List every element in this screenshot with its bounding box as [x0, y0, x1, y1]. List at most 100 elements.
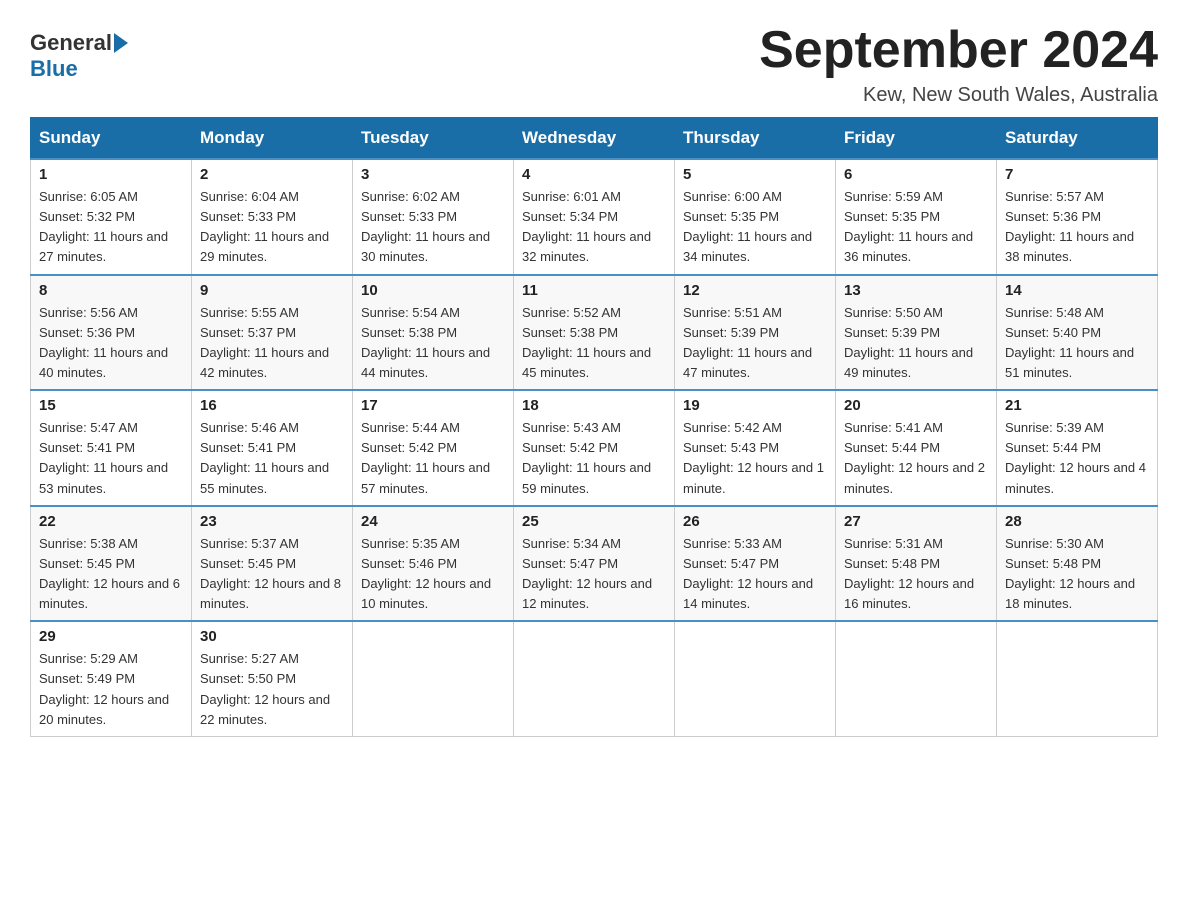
day-number: 18 — [522, 397, 666, 414]
day-info: Sunrise: 5:39 AMSunset: 5:44 PMDaylight:… — [1005, 418, 1149, 499]
day-number: 24 — [361, 513, 505, 530]
day-info: Sunrise: 5:46 AMSunset: 5:41 PMDaylight:… — [200, 418, 344, 499]
day-number: 21 — [1005, 397, 1149, 414]
day-info: Sunrise: 5:29 AMSunset: 5:49 PMDaylight:… — [39, 649, 183, 730]
table-row: 22 Sunrise: 5:38 AMSunset: 5:45 PMDaylig… — [31, 506, 192, 622]
day-number: 6 — [844, 166, 988, 183]
day-info: Sunrise: 6:04 AMSunset: 5:33 PMDaylight:… — [200, 187, 344, 268]
main-title: September 2024 — [759, 20, 1158, 80]
day-info: Sunrise: 5:55 AMSunset: 5:37 PMDaylight:… — [200, 303, 344, 384]
table-row: 12 Sunrise: 5:51 AMSunset: 5:39 PMDaylig… — [675, 275, 836, 391]
day-number: 19 — [683, 397, 827, 414]
day-info: Sunrise: 5:47 AMSunset: 5:41 PMDaylight:… — [39, 418, 183, 499]
table-row: 17 Sunrise: 5:44 AMSunset: 5:42 PMDaylig… — [353, 390, 514, 506]
table-row: 15 Sunrise: 5:47 AMSunset: 5:41 PMDaylig… — [31, 390, 192, 506]
calendar-week-row: 15 Sunrise: 5:47 AMSunset: 5:41 PMDaylig… — [31, 390, 1158, 506]
calendar-header-row: Sunday Monday Tuesday Wednesday Thursday… — [31, 118, 1158, 160]
day-info: Sunrise: 5:44 AMSunset: 5:42 PMDaylight:… — [361, 418, 505, 499]
table-row: 3 Sunrise: 6:02 AMSunset: 5:33 PMDayligh… — [353, 159, 514, 275]
day-info: Sunrise: 6:01 AMSunset: 5:34 PMDaylight:… — [522, 187, 666, 268]
day-number: 23 — [200, 513, 344, 530]
table-row — [997, 621, 1158, 736]
table-row — [514, 621, 675, 736]
day-info: Sunrise: 5:54 AMSunset: 5:38 PMDaylight:… — [361, 303, 505, 384]
day-number: 1 — [39, 166, 183, 183]
day-number: 29 — [39, 628, 183, 645]
day-info: Sunrise: 5:59 AMSunset: 5:35 PMDaylight:… — [844, 187, 988, 268]
calendar-week-row: 8 Sunrise: 5:56 AMSunset: 5:36 PMDayligh… — [31, 275, 1158, 391]
col-sunday: Sunday — [31, 118, 192, 160]
day-info: Sunrise: 6:05 AMSunset: 5:32 PMDaylight:… — [39, 187, 183, 268]
day-number: 17 — [361, 397, 505, 414]
table-row: 13 Sunrise: 5:50 AMSunset: 5:39 PMDaylig… — [836, 275, 997, 391]
logo-blue-text: Blue — [30, 56, 78, 82]
title-section: September 2024 Kew, New South Wales, Aus… — [759, 20, 1158, 107]
day-info: Sunrise: 5:42 AMSunset: 5:43 PMDaylight:… — [683, 418, 827, 499]
day-number: 7 — [1005, 166, 1149, 183]
day-number: 15 — [39, 397, 183, 414]
table-row: 23 Sunrise: 5:37 AMSunset: 5:45 PMDaylig… — [192, 506, 353, 622]
day-info: Sunrise: 5:37 AMSunset: 5:45 PMDaylight:… — [200, 534, 344, 615]
logo-arrow-icon — [114, 33, 128, 53]
day-number: 22 — [39, 513, 183, 530]
day-number: 28 — [1005, 513, 1149, 530]
table-row: 14 Sunrise: 5:48 AMSunset: 5:40 PMDaylig… — [997, 275, 1158, 391]
table-row: 25 Sunrise: 5:34 AMSunset: 5:47 PMDaylig… — [514, 506, 675, 622]
table-row: 16 Sunrise: 5:46 AMSunset: 5:41 PMDaylig… — [192, 390, 353, 506]
day-info: Sunrise: 5:34 AMSunset: 5:47 PMDaylight:… — [522, 534, 666, 615]
calendar-week-row: 1 Sunrise: 6:05 AMSunset: 5:32 PMDayligh… — [31, 159, 1158, 275]
day-number: 3 — [361, 166, 505, 183]
table-row: 28 Sunrise: 5:30 AMSunset: 5:48 PMDaylig… — [997, 506, 1158, 622]
col-saturday: Saturday — [997, 118, 1158, 160]
day-number: 10 — [361, 282, 505, 299]
day-info: Sunrise: 5:57 AMSunset: 5:36 PMDaylight:… — [1005, 187, 1149, 268]
calendar-week-row: 29 Sunrise: 5:29 AMSunset: 5:49 PMDaylig… — [31, 621, 1158, 736]
table-row: 6 Sunrise: 5:59 AMSunset: 5:35 PMDayligh… — [836, 159, 997, 275]
table-row: 26 Sunrise: 5:33 AMSunset: 5:47 PMDaylig… — [675, 506, 836, 622]
table-row: 4 Sunrise: 6:01 AMSunset: 5:34 PMDayligh… — [514, 159, 675, 275]
subtitle: Kew, New South Wales, Australia — [759, 84, 1158, 107]
day-number: 25 — [522, 513, 666, 530]
day-info: Sunrise: 5:30 AMSunset: 5:48 PMDaylight:… — [1005, 534, 1149, 615]
table-row: 21 Sunrise: 5:39 AMSunset: 5:44 PMDaylig… — [997, 390, 1158, 506]
day-info: Sunrise: 5:31 AMSunset: 5:48 PMDaylight:… — [844, 534, 988, 615]
day-number: 14 — [1005, 282, 1149, 299]
day-number: 16 — [200, 397, 344, 414]
logo: General Blue — [30, 20, 130, 82]
table-row — [353, 621, 514, 736]
table-row: 27 Sunrise: 5:31 AMSunset: 5:48 PMDaylig… — [836, 506, 997, 622]
col-wednesday: Wednesday — [514, 118, 675, 160]
day-number: 11 — [522, 282, 666, 299]
day-info: Sunrise: 5:52 AMSunset: 5:38 PMDaylight:… — [522, 303, 666, 384]
day-number: 13 — [844, 282, 988, 299]
table-row: 24 Sunrise: 5:35 AMSunset: 5:46 PMDaylig… — [353, 506, 514, 622]
table-row: 11 Sunrise: 5:52 AMSunset: 5:38 PMDaylig… — [514, 275, 675, 391]
col-monday: Monday — [192, 118, 353, 160]
table-row: 20 Sunrise: 5:41 AMSunset: 5:44 PMDaylig… — [836, 390, 997, 506]
day-info: Sunrise: 5:56 AMSunset: 5:36 PMDaylight:… — [39, 303, 183, 384]
day-number: 5 — [683, 166, 827, 183]
day-info: Sunrise: 5:51 AMSunset: 5:39 PMDaylight:… — [683, 303, 827, 384]
page-header: General Blue September 2024 Kew, New Sou… — [30, 20, 1158, 107]
day-info: Sunrise: 5:50 AMSunset: 5:39 PMDaylight:… — [844, 303, 988, 384]
day-number: 27 — [844, 513, 988, 530]
col-thursday: Thursday — [675, 118, 836, 160]
table-row: 9 Sunrise: 5:55 AMSunset: 5:37 PMDayligh… — [192, 275, 353, 391]
day-info: Sunrise: 5:43 AMSunset: 5:42 PMDaylight:… — [522, 418, 666, 499]
table-row: 7 Sunrise: 5:57 AMSunset: 5:36 PMDayligh… — [997, 159, 1158, 275]
day-info: Sunrise: 6:02 AMSunset: 5:33 PMDaylight:… — [361, 187, 505, 268]
day-info: Sunrise: 5:33 AMSunset: 5:47 PMDaylight:… — [683, 534, 827, 615]
day-info: Sunrise: 5:41 AMSunset: 5:44 PMDaylight:… — [844, 418, 988, 499]
day-number: 26 — [683, 513, 827, 530]
calendar-week-row: 22 Sunrise: 5:38 AMSunset: 5:45 PMDaylig… — [31, 506, 1158, 622]
table-row: 30 Sunrise: 5:27 AMSunset: 5:50 PMDaylig… — [192, 621, 353, 736]
table-row — [836, 621, 997, 736]
day-info: Sunrise: 5:38 AMSunset: 5:45 PMDaylight:… — [39, 534, 183, 615]
table-row: 8 Sunrise: 5:56 AMSunset: 5:36 PMDayligh… — [31, 275, 192, 391]
table-row: 10 Sunrise: 5:54 AMSunset: 5:38 PMDaylig… — [353, 275, 514, 391]
day-number: 4 — [522, 166, 666, 183]
table-row: 18 Sunrise: 5:43 AMSunset: 5:42 PMDaylig… — [514, 390, 675, 506]
table-row: 2 Sunrise: 6:04 AMSunset: 5:33 PMDayligh… — [192, 159, 353, 275]
col-tuesday: Tuesday — [353, 118, 514, 160]
table-row: 1 Sunrise: 6:05 AMSunset: 5:32 PMDayligh… — [31, 159, 192, 275]
